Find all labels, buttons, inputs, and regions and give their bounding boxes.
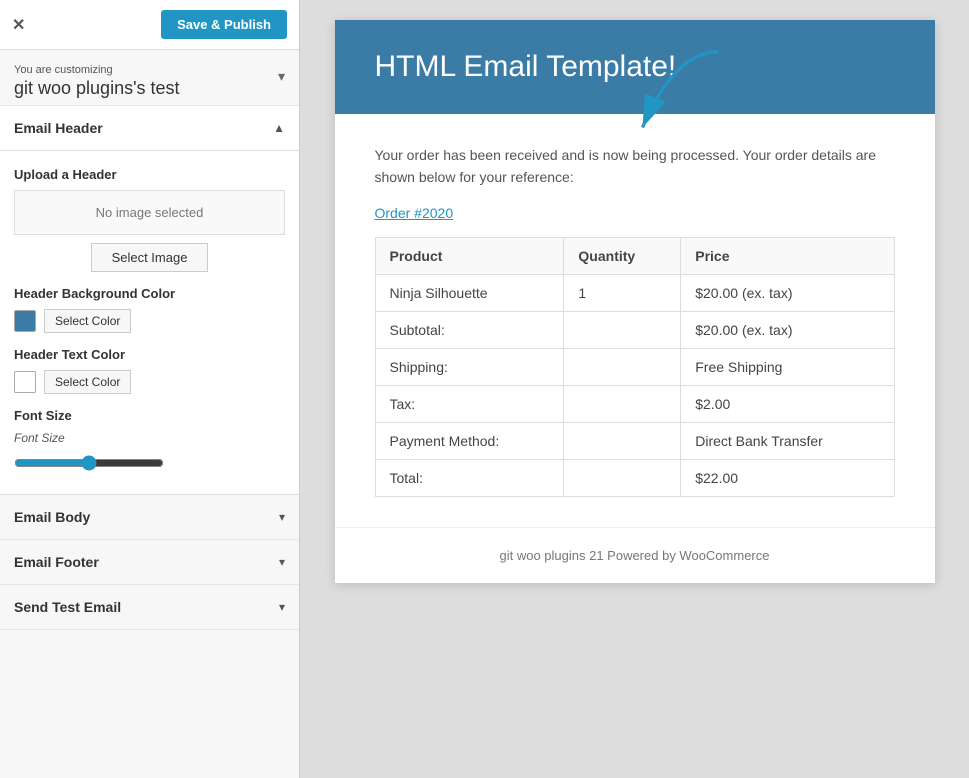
email-preview-footer: git woo plugins 21 Powered by WooCommerc… xyxy=(335,527,935,583)
table-row: Subtotal: $20.00 (ex. tax) xyxy=(375,311,894,348)
font-size-placeholder-label: Font Size xyxy=(14,431,285,445)
send-test-section-title: Send Test Email xyxy=(14,599,121,615)
table-cell xyxy=(564,459,681,496)
table-row: Shipping: Free Shipping xyxy=(375,348,894,385)
save-publish-button[interactable]: Save & Publish xyxy=(161,10,287,39)
customizing-info: You are customizing git woo plugins's te… xyxy=(0,50,299,106)
table-cell xyxy=(564,311,681,348)
text-select-color-button[interactable]: Select Color xyxy=(44,370,131,394)
table-cell: Shipping: xyxy=(375,348,564,385)
bg-color-field: Header Background Color Select Color xyxy=(14,286,285,333)
order-link[interactable]: Order #2020 xyxy=(375,205,895,221)
no-image-placeholder: No image selected xyxy=(14,190,285,235)
order-table-body: Ninja Silhouette1$20.00 (ex. tax)Subtota… xyxy=(375,274,894,496)
text-color-row: Select Color xyxy=(14,370,285,394)
customizing-subtitle: You are customizing xyxy=(14,64,180,76)
email-preview: HTML Email Template! Your order has been… xyxy=(335,20,935,583)
text-color-swatch[interactable] xyxy=(14,371,36,393)
table-cell: Total: xyxy=(375,459,564,496)
send-test-collapse-icon: ▾ xyxy=(279,600,285,614)
close-button[interactable]: ✕ xyxy=(12,15,25,35)
order-message: Your order has been received and is now … xyxy=(375,144,895,189)
text-color-label: Header Text Color xyxy=(14,347,285,362)
table-cell: Tax: xyxy=(375,385,564,422)
top-bar: ✕ Save & Publish xyxy=(0,0,299,50)
email-header-collapse-icon: ▲ xyxy=(273,121,285,135)
email-body-section-toggle[interactable]: Email Body ▾ xyxy=(0,495,299,540)
table-row: Total: $22.00 xyxy=(375,459,894,496)
table-row: Payment Method: Direct Bank Transfer xyxy=(375,422,894,459)
table-cell xyxy=(564,422,681,459)
table-row: Ninja Silhouette1$20.00 (ex. tax) xyxy=(375,274,894,311)
table-row: Tax: $2.00 xyxy=(375,385,894,422)
send-test-section-toggle[interactable]: Send Test Email ▾ xyxy=(0,585,299,630)
table-cell: $20.00 (ex. tax) xyxy=(681,311,894,348)
font-size-field: Font Size Font Size xyxy=(14,408,285,478)
table-cell: 1 xyxy=(564,274,681,311)
select-image-button[interactable]: Select Image xyxy=(91,243,209,272)
table-cell: $20.00 (ex. tax) xyxy=(681,274,894,311)
table-header-row: Product Quantity Price xyxy=(375,237,894,274)
right-panel: HTML Email Template! Your order has been… xyxy=(300,0,969,778)
font-size-slider[interactable] xyxy=(14,455,164,471)
email-footer-text: git woo plugins 21 Powered by WooCommerc… xyxy=(499,548,769,563)
bg-color-row: Select Color xyxy=(14,309,285,333)
bg-color-label: Header Background Color xyxy=(14,286,285,301)
email-header-section-title: Email Header xyxy=(14,120,103,136)
email-body-collapse-icon: ▾ xyxy=(279,510,285,524)
table-cell xyxy=(564,348,681,385)
table-cell: Payment Method: xyxy=(375,422,564,459)
font-size-label: Font Size xyxy=(14,408,285,423)
text-color-field: Header Text Color Select Color xyxy=(14,347,285,394)
table-header-quantity: Quantity xyxy=(564,237,681,274)
left-panel: ✕ Save & Publish You are customizing git… xyxy=(0,0,300,778)
bg-select-color-button[interactable]: Select Color xyxy=(44,309,131,333)
email-header-section-content: Upload a Header No image selected Select… xyxy=(0,151,299,495)
email-footer-section-title: Email Footer xyxy=(14,554,99,570)
table-cell: Free Shipping xyxy=(681,348,894,385)
table-cell: Subtotal: xyxy=(375,311,564,348)
email-preview-body: Your order has been received and is now … xyxy=(335,114,935,527)
table-header-product: Product xyxy=(375,237,564,274)
table-cell: Ninja Silhouette xyxy=(375,274,564,311)
table-header-price: Price xyxy=(681,237,894,274)
email-preview-header-title: HTML Email Template! xyxy=(375,50,895,84)
email-footer-section-toggle[interactable]: Email Footer ▾ xyxy=(0,540,299,585)
customizing-title: git woo plugins's test xyxy=(14,78,180,99)
table-cell: $2.00 xyxy=(681,385,894,422)
email-footer-collapse-icon: ▾ xyxy=(279,555,285,569)
bg-color-swatch[interactable] xyxy=(14,310,36,332)
customizing-collapse-icon[interactable]: ▾ xyxy=(278,64,285,85)
table-cell xyxy=(564,385,681,422)
email-header-section-toggle[interactable]: Email Header ▲ xyxy=(0,106,299,151)
upload-header-label: Upload a Header xyxy=(14,167,285,182)
table-cell: Direct Bank Transfer xyxy=(681,422,894,459)
order-table: Product Quantity Price Ninja Silhouette1… xyxy=(375,237,895,497)
email-preview-header: HTML Email Template! xyxy=(335,20,935,114)
table-cell: $22.00 xyxy=(681,459,894,496)
font-size-slider-container xyxy=(14,451,285,478)
email-body-section-title: Email Body xyxy=(14,509,90,525)
